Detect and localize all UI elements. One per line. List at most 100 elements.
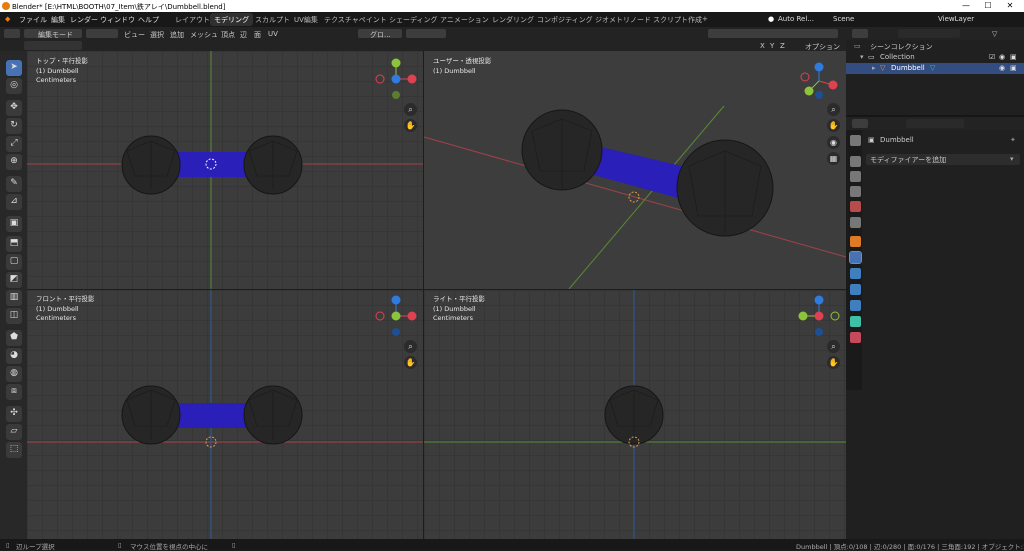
scene-props-icon[interactable] xyxy=(850,201,861,212)
annotate-tool[interactable]: ✎ xyxy=(6,176,22,192)
axis-z-toggle[interactable]: Z xyxy=(780,42,785,50)
camera-icon[interactable]: ▣ xyxy=(1010,53,1017,61)
eye-icon[interactable]: ◉ xyxy=(999,53,1005,61)
particles-props-icon[interactable] xyxy=(850,268,861,279)
maximize-button[interactable]: ☐ xyxy=(978,0,998,12)
pan-hand-icon[interactable]: ✋ xyxy=(404,119,417,132)
data-props-icon[interactable] xyxy=(850,316,861,327)
viewport-user-perspective[interactable]: ユーザー・透視投影 (1) Dumbbell ⌕ ✋ ◉ ▦ xyxy=(424,51,846,289)
outliner-row-collection[interactable]: ▾ ▭ Collection ☑ ◉ ▣ xyxy=(846,52,1024,63)
smooth-tool[interactable]: ◍ xyxy=(6,366,22,382)
transform-tool[interactable]: ⊕ xyxy=(6,154,22,170)
workspace-tab-geometry-nodes[interactable]: ジオメトリノード xyxy=(591,13,655,26)
menu-mesh[interactable]: メッシュ xyxy=(190,30,218,40)
expand-arrow-icon[interactable]: ▸ xyxy=(872,64,876,72)
viewport-front[interactable]: フロント・平行投影 (1) Dumbbell Centimeters ⌕ ✋ xyxy=(27,290,423,539)
object-props-icon[interactable] xyxy=(850,236,861,247)
zoom-icon[interactable]: ⌕ xyxy=(404,340,417,353)
outliner-row-dumbbell[interactable]: ▸ ▽ Dumbbell ▽ ◉ ▣ xyxy=(846,63,1024,74)
workspace-tab-uv[interactable]: UV編集 xyxy=(290,13,322,26)
mode-selector[interactable]: 編集モード xyxy=(24,29,82,39)
physics-props-icon[interactable] xyxy=(850,284,861,295)
outliner-editor-type-button[interactable] xyxy=(852,29,868,38)
eye-icon[interactable]: ◉ xyxy=(999,64,1005,72)
modifier-props-icon[interactable] xyxy=(849,251,862,264)
menu-select[interactable]: 選択 xyxy=(150,30,164,40)
bevel-tool[interactable]: ◩ xyxy=(6,272,22,288)
viewport-shading-controls[interactable] xyxy=(708,29,838,38)
menu-render[interactable]: レンダー xyxy=(70,15,98,25)
knife-tool[interactable]: ◫ xyxy=(6,308,22,324)
workspace-tab-modeling[interactable]: モデリング xyxy=(210,13,253,26)
close-button[interactable]: ✕ xyxy=(1000,0,1020,12)
extrude-tool[interactable]: ⬒ xyxy=(6,236,22,252)
menu-uv[interactable]: UV xyxy=(268,30,278,38)
render-engine-selector[interactable]: Auto Rel... xyxy=(778,15,814,23)
render-props-icon[interactable] xyxy=(850,156,861,167)
pan-hand-icon[interactable]: ✋ xyxy=(827,356,840,369)
menu-window[interactable]: ウィンドウ xyxy=(100,15,135,25)
ortho-toggle-icon[interactable]: ▦ xyxy=(827,152,840,165)
minimize-button[interactable]: — xyxy=(956,0,976,12)
workspace-tab-rendering[interactable]: レンダリング xyxy=(488,13,538,26)
pan-hand-icon[interactable]: ✋ xyxy=(827,119,840,132)
cursor-tool[interactable]: ◎ xyxy=(6,78,22,94)
zoom-icon[interactable]: ⌕ xyxy=(404,103,417,116)
constraints-props-icon[interactable] xyxy=(850,300,861,311)
shrink-fatten-tool[interactable]: ✣ xyxy=(6,406,22,422)
menu-edge[interactable]: 辺 xyxy=(240,30,247,40)
loop-cut-tool[interactable]: ▥ xyxy=(6,290,22,306)
menu-vertex[interactable]: 頂点 xyxy=(221,30,235,40)
add-cube-tool[interactable]: ▣ xyxy=(6,216,22,232)
navigation-gizmo-front[interactable] xyxy=(374,294,420,340)
add-workspace-button[interactable]: + xyxy=(698,13,712,26)
camera-view-icon[interactable]: ◉ xyxy=(827,136,840,149)
menu-file[interactable]: ファイル xyxy=(19,15,47,25)
workspace-tab-shading[interactable]: シェーディング xyxy=(385,13,442,26)
snap-controls[interactable] xyxy=(406,29,446,38)
pin-icon[interactable]: ✦ xyxy=(1010,136,1016,144)
scale-tool[interactable]: ⤢ xyxy=(6,136,22,152)
measure-tool[interactable]: ⊿ xyxy=(6,194,22,210)
select-mode-buttons[interactable] xyxy=(24,41,82,50)
select-tool[interactable]: ➤ xyxy=(6,60,22,76)
pan-hand-icon[interactable]: ✋ xyxy=(404,356,417,369)
axis-x-toggle[interactable]: X xyxy=(760,42,765,50)
camera-icon[interactable]: ▣ xyxy=(1010,64,1017,72)
viewport-top[interactable]: トップ・平行投影 (1) Dumbbell Centimeters ⌕ ✋ xyxy=(27,51,423,289)
poly-build-tool[interactable]: ⬟ xyxy=(6,330,22,346)
workspace-tab-animation[interactable]: アニメーション xyxy=(436,13,493,26)
add-modifier-button[interactable]: モディファイアーを追加 ▾ xyxy=(866,154,1020,165)
navigation-gizmo-top[interactable] xyxy=(374,57,420,103)
view-layer-selector[interactable]: ViewLayer xyxy=(938,15,974,23)
transform-orientation-selector[interactable]: グロ... xyxy=(358,29,402,39)
outliner-search-input[interactable] xyxy=(898,29,960,38)
rotate-tool[interactable]: ↻ xyxy=(6,118,22,134)
move-tool[interactable]: ✥ xyxy=(6,100,22,116)
inset-tool[interactable]: ▢ xyxy=(6,254,22,270)
viewport-right[interactable]: ライト・平行投影 (1) Dumbbell Centimeters ⌕ ✋ xyxy=(424,290,846,539)
view-layer-props-icon[interactable] xyxy=(850,186,861,197)
workspace-tab-texture-paint[interactable]: テクスチャペイント xyxy=(320,13,391,26)
workspace-tab-sculpt[interactable]: スカルプト xyxy=(251,13,294,26)
spin-tool[interactable]: ◕ xyxy=(6,348,22,364)
shear-tool[interactable]: ▱ xyxy=(6,424,22,440)
world-props-icon[interactable] xyxy=(850,217,861,228)
filter-icon[interactable]: ▽ xyxy=(992,30,997,38)
workspace-tab-compositing[interactable]: コンポジティング xyxy=(533,13,597,26)
select-mode-group[interactable] xyxy=(86,29,118,38)
blender-menu-icon[interactable]: ◆ xyxy=(5,15,10,23)
outliner-row-scene-collection[interactable]: ▭ シーンコレクション xyxy=(846,41,1024,52)
rip-tool[interactable]: ⬚ xyxy=(6,442,22,458)
zoom-icon[interactable]: ⌕ xyxy=(827,103,840,116)
menu-face[interactable]: 面 xyxy=(254,30,261,40)
expand-arrow-icon[interactable]: ▾ xyxy=(860,53,864,61)
menu-help[interactable]: ヘルプ xyxy=(138,15,159,25)
editor-type-button[interactable] xyxy=(4,29,20,38)
material-props-icon[interactable] xyxy=(850,332,861,343)
checkbox-icon[interactable]: ☑ xyxy=(989,53,995,61)
properties-search-input[interactable] xyxy=(906,119,964,128)
menu-add[interactable]: 追加 xyxy=(170,30,184,40)
output-props-icon[interactable] xyxy=(850,171,861,182)
properties-editor-type-button[interactable] xyxy=(852,119,868,128)
